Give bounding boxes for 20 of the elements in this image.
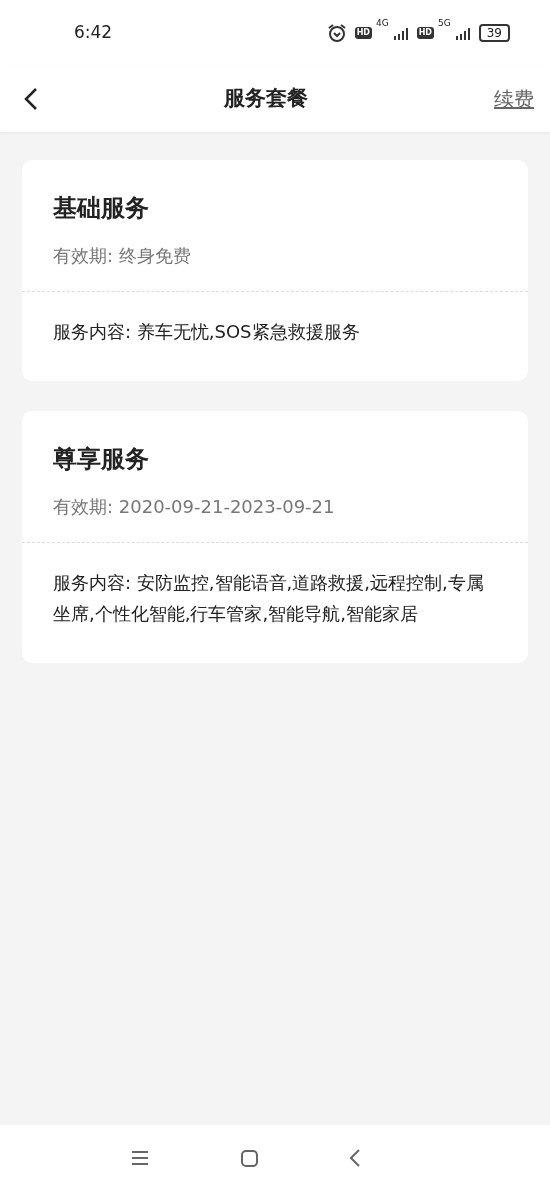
home-icon[interactable] (240, 1149, 258, 1167)
page-title: 服务套餐 (222, 84, 309, 112)
package-name: 尊享服务 (53, 444, 150, 475)
back-icon[interactable] (24, 86, 38, 111)
content-text: 服务内容: 安防监控,智能语音,道路救援,远程控制,专属坐席,个性化智能,行车管家,智能导航,智能家居 (52, 571, 485, 626)
signal-icon (392, 25, 409, 40)
signal-icon (454, 25, 471, 40)
network-label: 4G (375, 16, 389, 30)
alarm-icon (326, 22, 347, 43)
status-time: 6:42 (74, 20, 113, 44)
package-name: 基础服务 (53, 193, 150, 224)
content-text: 服务内容: 养车无忧,SOS紧急救援服务 (52, 320, 361, 344)
renew-link[interactable]: 续费 (494, 83, 534, 114)
validity-text: 有效期: 2020-09-21-2023-09-21 (53, 495, 336, 519)
menu-icon[interactable] (130, 1151, 149, 1165)
hd-badge: HD (354, 26, 372, 39)
hd-badge: HD (416, 26, 434, 39)
network-label: 5G (438, 16, 451, 30)
validity-text: 有效期: 终身免费 (53, 244, 192, 268)
battery-level: 39 (478, 23, 510, 42)
